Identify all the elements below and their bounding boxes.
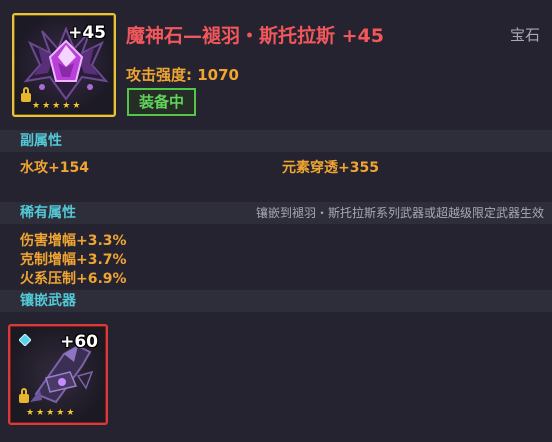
attack-power: 攻击强度: 1070 <box>126 66 239 84</box>
gem-socket-icon <box>19 334 31 346</box>
star-icon: ★ <box>46 408 55 418</box>
star-icon: ★ <box>62 101 71 111</box>
section-title: 副属性 <box>20 133 62 149</box>
star-icon: ★ <box>32 101 41 111</box>
lock-icon <box>19 388 29 403</box>
star-icon: ★ <box>36 408 45 418</box>
sub-stat: 元素穿透+355 <box>282 160 379 176</box>
item-category: 宝石 <box>509 26 540 44</box>
sub-stat: 水攻+154 <box>20 160 89 176</box>
section-title: 镶嵌武器 <box>20 293 76 309</box>
socketed-weapon-header: 镶嵌武器 <box>0 290 552 312</box>
star-icon: ★ <box>56 408 65 418</box>
gem-item-icon[interactable]: +45 ★ ★ ★ ★ ★ <box>12 13 116 117</box>
rare-stat: 火系压制+6.9% <box>20 271 127 287</box>
rare-attributes-header: 稀有属性 镶嵌到褪羽・斯托拉斯系列武器或超越级限定武器生效 <box>0 202 552 224</box>
equipped-badge: 装备中 <box>127 88 197 116</box>
enhance-level: +45 <box>68 23 106 43</box>
star-icon: ★ <box>26 408 35 418</box>
star-rating: ★ ★ ★ ★ ★ <box>32 102 80 111</box>
star-rating: ★ ★ ★ ★ ★ <box>26 409 74 418</box>
socketed-weapon-icon[interactable]: +60 ★ ★ ★ ★ ★ <box>8 324 108 425</box>
rare-stat: 克制增幅+3.7% <box>20 252 127 268</box>
weapon-enhance-level: +60 <box>60 332 98 352</box>
star-icon: ★ <box>52 101 61 111</box>
section-title: 稀有属性 <box>20 205 76 221</box>
item-title: 魔神石—褪羽・斯托拉斯 +45 <box>126 25 384 47</box>
rare-stat: 伤害增幅+3.3% <box>20 233 127 249</box>
item-tooltip-panel: +45 ★ ★ ★ ★ ★ 魔神石—褪羽・斯托拉斯 +45 宝石 攻击强度: 1… <box>0 0 552 442</box>
star-icon: ★ <box>66 408 75 418</box>
lock-icon <box>21 87 31 102</box>
rare-attributes-note: 镶嵌到褪羽・斯托拉斯系列武器或超越级限定武器生效 <box>255 206 544 220</box>
star-icon: ★ <box>42 101 51 111</box>
star-icon: ★ <box>72 101 81 111</box>
sub-attributes-header: 副属性 <box>0 130 552 152</box>
